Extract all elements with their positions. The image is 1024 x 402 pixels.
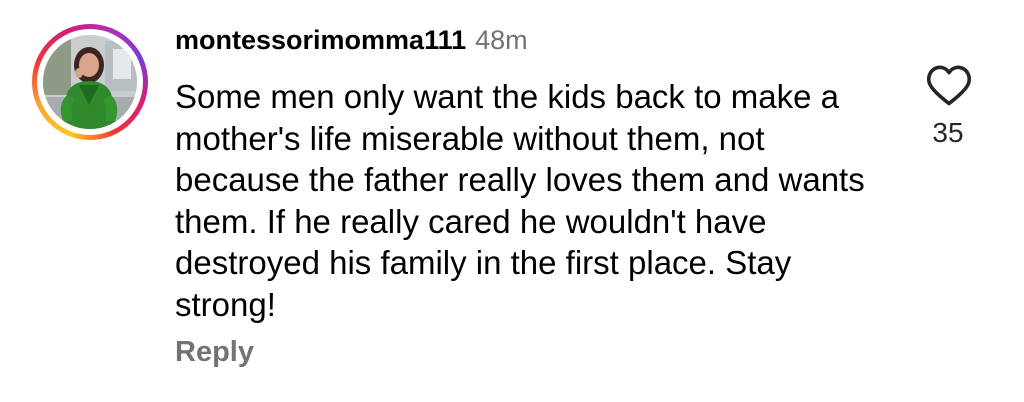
reply-button[interactable]: Reply [175, 336, 254, 369]
comment-text: Some men only want the kids back to make… [175, 78, 865, 323]
timestamp: 48m [475, 25, 528, 55]
story-ring[interactable] [32, 24, 148, 140]
comment-header: montessorimomma111 48m [175, 25, 528, 61]
avatar-photo [43, 35, 137, 129]
comment-item: montessorimomma111 48m Some men only wan… [0, 0, 1024, 402]
avatar[interactable] [43, 35, 137, 129]
username-link[interactable]: montessorimomma111 [175, 25, 466, 56]
like-count: 35 [932, 117, 964, 148]
heart-outline-icon[interactable] [925, 63, 973, 107]
avatar-border [37, 29, 143, 135]
